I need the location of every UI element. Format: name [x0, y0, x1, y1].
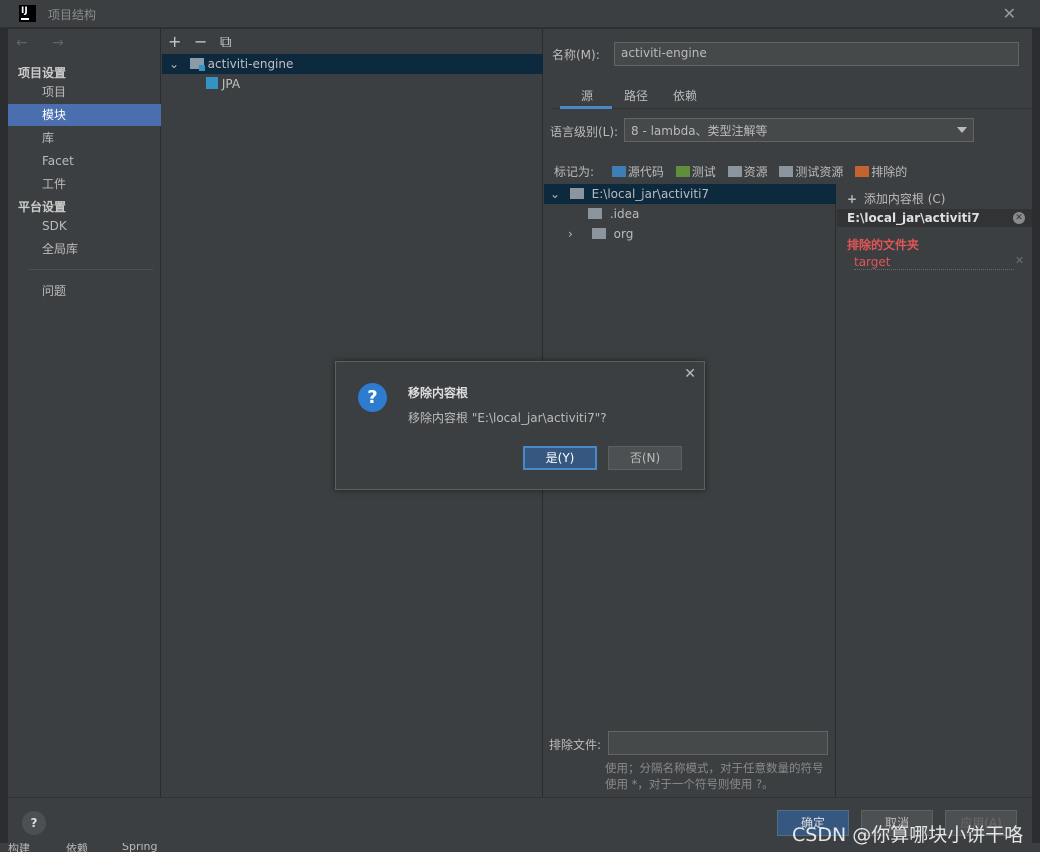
folder-icon: [588, 208, 602, 219]
question-icon: ?: [358, 383, 387, 412]
window-title: 项目结构: [48, 8, 97, 22]
test-resource-folder-icon: [779, 166, 794, 177]
content-root-header[interactable]: E:\local_jar\activiti7 ✕: [837, 209, 1032, 227]
nav-item-facets[interactable]: Facet: [8, 150, 161, 172]
close-icon[interactable]: ✕: [684, 366, 696, 382]
exclude-files-hint: 使用；分隔名称模式，对于任意数量的符号使用 *，对于一个符号则使用 ?。: [605, 761, 824, 791]
remove-module-icon[interactable]: −: [194, 32, 220, 51]
intellij-logo-icon: IJ: [19, 5, 36, 22]
content-roots-panel: + 添加内容根 (C) E:\local_jar\activiti7 ✕ 排除的…: [837, 184, 1032, 797]
facet-name: JPA: [221, 77, 241, 91]
folder-icon: [591, 228, 606, 239]
nav-item-sdk[interactable]: SDK: [8, 215, 161, 237]
chevron-down-icon[interactable]: ⌄: [162, 54, 186, 74]
dialog-title: 移除内容根: [408, 386, 469, 400]
nav-item-modules[interactable]: 模块: [8, 104, 161, 126]
nav-item-project[interactable]: 项目: [8, 81, 161, 103]
remove-root-icon[interactable]: ✕: [1013, 212, 1025, 224]
language-level-value: 8 - lambda、类型注解等: [631, 124, 768, 138]
jpa-facet-icon: [206, 77, 218, 89]
exclude-files-input[interactable]: [608, 731, 828, 755]
tab-sources[interactable]: 源: [560, 87, 612, 109]
title-bar: IJ 项目结构 ✕: [0, 0, 1040, 28]
tree-row-idea[interactable]: .idea: [544, 204, 836, 224]
tree-row-label: E:\local_jar\activiti7: [591, 187, 710, 201]
modules-toolbar: + − ⧉: [168, 32, 246, 52]
tree-row-root[interactable]: ⌄ E:\local_jar\activiti7: [544, 184, 836, 204]
remove-excluded-icon[interactable]: ✕: [1015, 254, 1024, 267]
excluded-folder-item[interactable]: target: [854, 255, 1014, 270]
plus-icon: +: [847, 192, 858, 206]
copy-module-icon[interactable]: ⧉: [220, 32, 246, 52]
module-tree-item[interactable]: ⌄ activiti-engine: [162, 54, 543, 74]
name-label: 名称(M):: [552, 48, 600, 62]
add-module-icon[interactable]: +: [168, 32, 194, 51]
tab-build[interactable]: 构建: [8, 843, 30, 852]
back-forward-arrows-icon[interactable]: ← →: [16, 35, 74, 51]
source-folder-icon: [611, 166, 626, 177]
watermark: CSDN @你算哪块小饼干咯: [792, 824, 1024, 846]
dropdown-arrow-icon: [957, 127, 967, 133]
module-name: activiti-engine: [207, 57, 294, 71]
module-name-field[interactable]: activiti-engine: [614, 42, 1019, 66]
left-nav: ← → 项目设置 项目 模块 库 Facet 工件 平台设置 SDK 全局库 问…: [8, 29, 161, 797]
nav-item-libraries[interactable]: 库: [8, 127, 161, 149]
nav-item-artifacts[interactable]: 工件: [8, 173, 161, 195]
yes-button[interactable]: 是(Y): [523, 446, 597, 470]
mark-test-resources-button[interactable]: 测试资源: [779, 163, 843, 180]
dialog-message: 移除内容根 "E:\local_jar\activiti7"?: [408, 411, 607, 425]
nav-divider: [28, 269, 153, 270]
help-icon[interactable]: ?: [22, 811, 46, 835]
tree-row-org[interactable]: › org: [544, 224, 836, 244]
excluded-folders-title: 排除的文件夹: [847, 238, 920, 252]
language-level-select[interactable]: 8 - lambda、类型注解等: [624, 118, 974, 142]
remove-root-dialog: ✕ ? 移除内容根 移除内容根 "E:\local_jar\activiti7"…: [335, 361, 705, 490]
tab-dependencies-tool[interactable]: 依赖: [66, 843, 88, 852]
chevron-right-icon[interactable]: ›: [568, 224, 588, 244]
content-root-tree: ⌄ E:\local_jar\activiti7 .idea › org: [544, 184, 836, 797]
tab-spring[interactable]: Spring: [122, 843, 158, 852]
nav-group-project-settings: 项目设置: [18, 66, 67, 80]
no-button[interactable]: 否(N): [608, 446, 682, 470]
folder-icon: [569, 188, 584, 199]
mark-sources-button[interactable]: 源代码: [611, 163, 664, 180]
add-content-root-button[interactable]: + 添加内容根 (C): [847, 190, 945, 207]
tree-row-label: org: [613, 227, 634, 241]
mark-excluded-button[interactable]: 排除的: [855, 163, 907, 180]
excluded-folder-icon: [855, 166, 870, 177]
nav-group-platform-settings: 平台设置: [18, 200, 67, 214]
mark-tests-button[interactable]: 测试: [675, 163, 716, 180]
nav-item-problems[interactable]: 问题: [8, 280, 161, 302]
test-folder-icon: [675, 166, 690, 177]
chevron-down-icon[interactable]: ⌄: [544, 184, 566, 204]
content-root-path: E:\local_jar\activiti7: [847, 211, 980, 225]
tab-dependencies[interactable]: 依赖: [673, 87, 697, 109]
language-level-label: 语言级别(L):: [550, 125, 619, 139]
module-facet-item[interactable]: JPA: [162, 74, 543, 94]
window-close-icon[interactable]: ✕: [1003, 4, 1016, 23]
mark-as-label: 标记为:: [554, 165, 595, 179]
exclude-files-label: 排除文件:: [549, 738, 602, 752]
module-folder-icon: [189, 58, 205, 71]
tree-row-label: .idea: [609, 207, 640, 221]
resource-folder-icon: [727, 166, 742, 177]
tab-paths[interactable]: 路径: [624, 87, 648, 109]
mark-as-row: 标记为: 源代码 测试 资源 测试资源 排除的: [554, 163, 915, 180]
mark-resources-button[interactable]: 资源: [727, 163, 768, 180]
module-tabs: 源 路径 依赖: [552, 87, 1032, 109]
nav-item-global-libraries[interactable]: 全局库: [8, 238, 161, 260]
